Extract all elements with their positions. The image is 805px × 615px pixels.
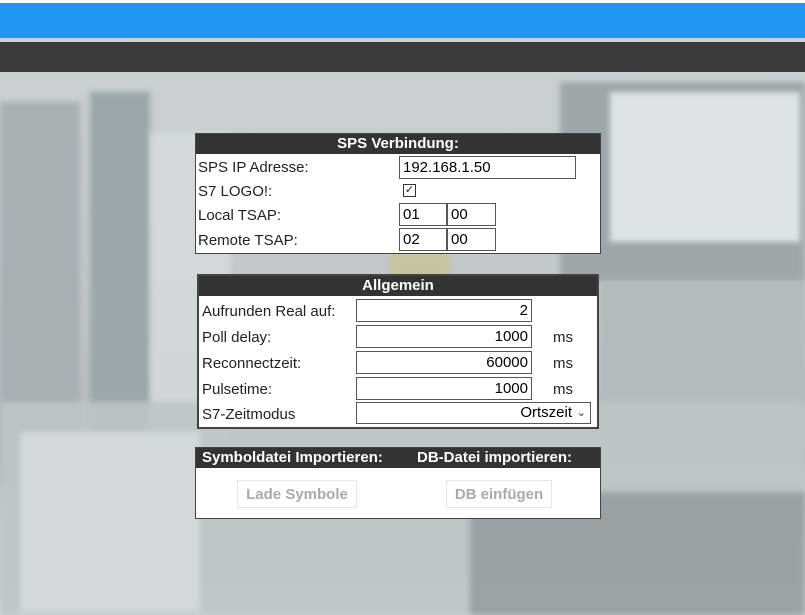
local-tsap-input-1[interactable] bbox=[399, 203, 447, 226]
local-tsap-input-2[interactable] bbox=[447, 203, 496, 226]
sps-connection-title: SPS Verbindung: bbox=[196, 134, 600, 154]
round-real-label: Aufrunden Real auf: bbox=[202, 303, 336, 320]
insert-db-button[interactable]: DB einfügen bbox=[446, 480, 552, 508]
top-header-bar bbox=[0, 0, 805, 38]
pulsetime-input[interactable] bbox=[356, 377, 532, 400]
remote-tsap-label: Remote TSAP: bbox=[198, 232, 298, 249]
pulsetime-unit: ms bbox=[553, 381, 573, 398]
sps-ip-label: SPS IP Adresse: bbox=[198, 159, 309, 176]
general-title: Allgemein bbox=[199, 276, 597, 296]
poll-delay-label: Poll delay: bbox=[202, 329, 272, 346]
time-mode-label: S7-Zeitmodus bbox=[202, 406, 296, 423]
poll-delay-unit: ms bbox=[553, 329, 573, 346]
reconnect-unit: ms bbox=[553, 355, 573, 372]
sps-connection-panel: SPS Verbindung: SPS IP Adresse: S7 LOGO!… bbox=[195, 133, 601, 254]
time-mode-select[interactable]: Ortszeit ⌄ bbox=[356, 402, 591, 424]
symbol-import-title: Symboldatei Importieren: bbox=[202, 449, 383, 466]
load-symbols-button[interactable]: Lade Symbole bbox=[237, 480, 357, 508]
s7-logo-checkbox[interactable]: ✓ bbox=[403, 184, 416, 197]
round-real-input[interactable] bbox=[356, 299, 532, 322]
pulsetime-label: Pulsetime: bbox=[202, 381, 273, 398]
sps-ip-input[interactable] bbox=[399, 156, 576, 179]
time-mode-value: Ortszeit bbox=[520, 404, 572, 421]
reconnect-input[interactable] bbox=[356, 351, 532, 374]
chevron-down-icon: ⌄ bbox=[576, 407, 586, 419]
poll-delay-input[interactable] bbox=[356, 325, 532, 348]
import-panel: Symboldatei Importieren: DB-Datei import… bbox=[195, 447, 601, 519]
remote-tsap-input-1[interactable] bbox=[399, 228, 447, 251]
db-import-title: DB-Datei importieren: bbox=[417, 449, 573, 466]
remote-tsap-input-2[interactable] bbox=[447, 228, 496, 251]
s7-logo-label: S7 LOGO!: bbox=[198, 183, 273, 200]
general-panel: Allgemein Aufrunden Real auf: Poll delay… bbox=[197, 274, 599, 429]
nav-bar bbox=[0, 42, 805, 72]
reconnect-label: Reconnectzeit: bbox=[202, 355, 302, 372]
import-header: Symboldatei Importieren: DB-Datei import… bbox=[196, 448, 600, 468]
local-tsap-label: Local TSAP: bbox=[198, 207, 282, 224]
